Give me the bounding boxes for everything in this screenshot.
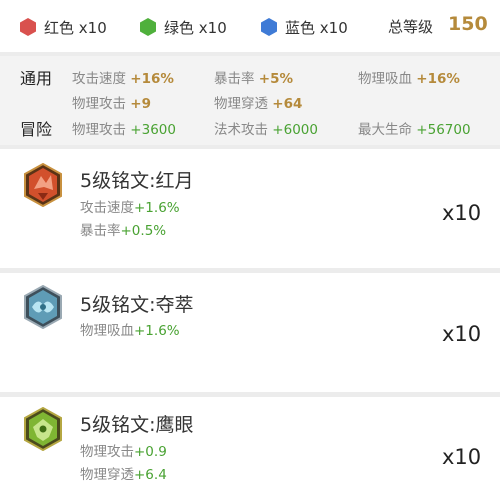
red-moon-emblem-icon (24, 163, 62, 207)
blue-gem-count: 蓝色 x10 (261, 16, 348, 38)
hawk-eye-emblem-icon (24, 407, 62, 451)
inscription-count: x10 (442, 322, 482, 346)
inscription-title: 5级铭文:红月 (80, 170, 194, 192)
green-gem-label: 绿色 x10 (164, 18, 227, 37)
inscription-attr: 物理吸血+1.6% (80, 323, 180, 339)
adv-magic-attack: 法术攻击 +6000 (214, 122, 318, 138)
seize-emblem-icon (24, 285, 62, 329)
green-gem-count: 绿色 x10 (140, 16, 227, 38)
stat-lifesteal: 物理吸血 +16% (358, 71, 460, 87)
stat-crit-rate: 暴击率 +5% (214, 71, 294, 87)
red-hex-icon (20, 18, 36, 36)
red-gem-label: 红色 x10 (44, 18, 107, 37)
inscription-card-hawk-eye[interactable]: 5级铭文:鹰眼 物理攻击+0.9 物理穿透+6.4 x10 (0, 397, 500, 500)
rune-summary-header: 红色 x10 绿色 x10 蓝色 x10 总等级 150 (0, 0, 500, 52)
inscription-title: 5级铭文:鹰眼 (80, 414, 194, 436)
adv-physical-attack: 物理攻击 +3600 (72, 122, 176, 138)
adventure-section-label: 冒险 (20, 120, 53, 139)
red-gem-count: 红色 x10 (20, 16, 107, 38)
general-section-label: 通用 (20, 69, 53, 88)
adv-max-hp: 最大生命 +56700 (358, 122, 471, 138)
inscription-attr: 物理穿透+6.4 (80, 467, 167, 483)
inscription-attr: 攻击速度+1.6% (80, 200, 180, 216)
green-hex-icon (140, 18, 156, 36)
stat-attack-speed: 攻击速度 +16% (72, 71, 174, 87)
stat-physical-penetration: 物理穿透 +64 (214, 96, 303, 112)
inscription-attr: 暴击率+0.5% (80, 223, 167, 239)
inscription-card-red-moon[interactable]: 5级铭文:红月 攻击速度+1.6% 暴击率+0.5% x10 (0, 149, 500, 268)
blue-hex-icon (261, 18, 277, 36)
inscription-card-seize[interactable]: 5级铭文:夺萃 物理吸血+1.6% x10 (0, 273, 500, 392)
total-level-value: 150 (448, 13, 488, 35)
attribute-summary: 通用 冒险 攻击速度 +16% 暴击率 +5% 物理吸血 +16% 物理攻击 +… (0, 56, 500, 145)
inscription-title: 5级铭文:夺萃 (80, 294, 194, 316)
total-level-label: 总等级 (388, 18, 434, 36)
inscription-count: x10 (442, 201, 482, 225)
inscription-attr: 物理攻击+0.9 (80, 444, 167, 460)
stat-physical-attack: 物理攻击 +9 (72, 96, 152, 112)
blue-gem-label: 蓝色 x10 (285, 18, 348, 37)
inscription-count: x10 (442, 445, 482, 469)
